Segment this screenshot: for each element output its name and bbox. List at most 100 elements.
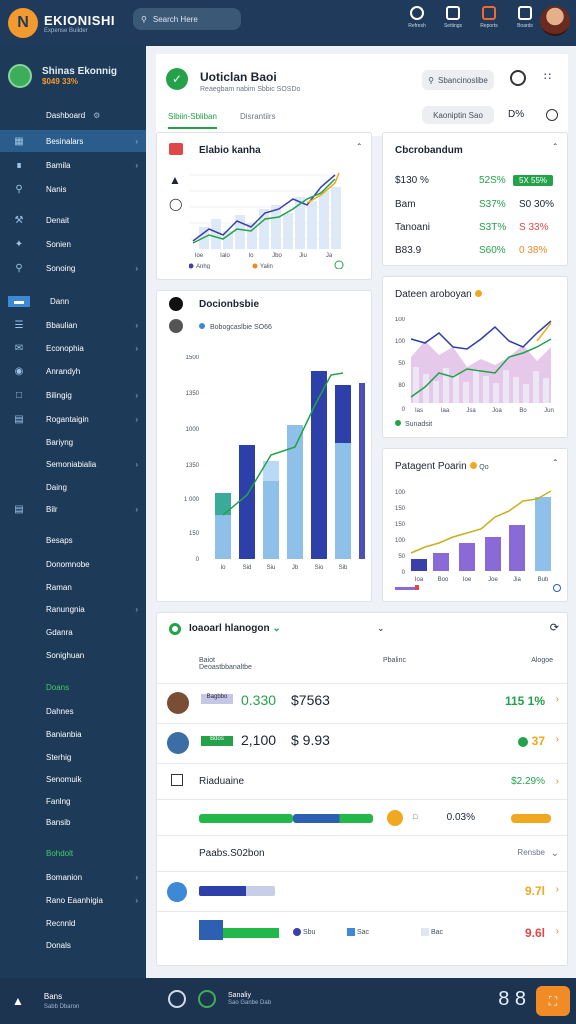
y-tick-label: 100 <box>395 339 406 345</box>
boards-button[interactable]: Boards <box>514 6 536 29</box>
sidebar-item[interactable]: Ranungnia › <box>0 598 146 620</box>
sidebar-item[interactable]: Besaps <box>0 529 146 551</box>
table-row[interactable]: Riaduaine $2.29% › <box>157 763 567 799</box>
legend-dot <box>199 323 205 329</box>
header-search-button[interactable]: ⚲ Sbancinoslibe <box>422 70 494 90</box>
sidebar-item[interactable]: Donomnobe <box>0 553 146 575</box>
expand-icon: ⛶ <box>548 993 558 1008</box>
settings-button[interactable]: Settings <box>442 6 464 29</box>
more-icon[interactable]: ∷ <box>544 70 551 83</box>
sidebar-item-label: Daing <box>46 482 67 492</box>
sidebar-item[interactable]: Banianbia <box>0 723 146 745</box>
search-input[interactable]: ⚲ Search Here <box>133 8 241 30</box>
sidebar-item[interactable]: ⚲ Nanis <box>0 178 146 200</box>
chart-bar <box>459 543 475 571</box>
sidebar-item[interactable]: Senomuik <box>0 768 146 790</box>
sidebar-item[interactable]: Doans <box>0 676 146 698</box>
sidebar-item[interactable]: Donals <box>0 934 146 956</box>
table-row[interactable]: Sbu Sac Bac 9.6l › <box>157 911 567 959</box>
sidebar-item[interactable]: ⚒ Denait <box>0 209 146 231</box>
sidebar-item[interactable]: ▤ Bilr › <box>0 498 146 520</box>
sidebar-item[interactable]: Bansib <box>0 811 146 833</box>
sidebar-item[interactable]: Recnnld <box>0 912 146 934</box>
sidebar-item[interactable]: Fanlng <box>0 790 146 812</box>
sidebar-item[interactable]: Dahnes <box>0 700 146 722</box>
user-avatar[interactable] <box>540 6 570 36</box>
sidebar-item[interactable]: Bariyng <box>0 431 146 453</box>
sidebar-item[interactable]: Bohdolt <box>0 842 146 864</box>
sidebar-item[interactable]: Daing <box>0 476 146 498</box>
y-tick-label: 50 <box>398 361 405 367</box>
app-title: EKIONISHI <box>44 12 115 28</box>
sidebar-item[interactable]: Sterhig <box>0 746 146 768</box>
sidebar-section[interactable]: Dashboard ⚙ <box>0 104 146 126</box>
sidebar-item[interactable]: Rano Eaanhigia › <box>0 889 146 911</box>
sidebar-item-label: Donals <box>46 940 71 950</box>
chevron-right-icon[interactable]: › <box>556 884 559 895</box>
chevron-right-icon[interactable]: › <box>556 926 559 937</box>
sidebar-item[interactable]: Bomanion › <box>0 866 146 888</box>
sidebar-item[interactable]: ⚲ Sonoing › <box>0 257 146 279</box>
star-icon: ✦ <box>14 238 24 250</box>
bottom-center[interactable]: Sanaliy Sao Ganbe Dab <box>168 990 271 1008</box>
notification-icon[interactable] <box>510 70 526 86</box>
sidebar-item[interactable]: ∎ Bamila › <box>0 154 146 176</box>
status-dot <box>474 290 482 297</box>
chevron-right-icon[interactable]: › <box>556 734 559 745</box>
grid-icon <box>518 6 532 20</box>
sidebar-item[interactable]: ▤ Rogantaigin › <box>0 408 146 430</box>
chart-bar <box>311 371 327 559</box>
sidebar: Shinas Ekonnig $049 33% Dashboard ⚙ ▦ Besi… <box>0 46 146 978</box>
sidebar-item[interactable]: ✦ Sonien <box>0 233 146 255</box>
clock-icon[interactable] <box>546 109 558 121</box>
col-header: Alogoe <box>531 657 553 664</box>
chart-bar <box>283 213 293 249</box>
chart-bar <box>509 525 525 571</box>
legend-dot <box>421 928 429 936</box>
table-row[interactable]: Paabs.S02bon Rensbe ⌄ <box>157 835 567 871</box>
table-row[interactable]: 9.7l › <box>157 871 567 911</box>
x-tick-label: Sio <box>315 565 324 571</box>
chevron-down-icon[interactable]: ⌄ <box>551 848 559 859</box>
bars-chart: 15001350100013501 0001500Io Sid Siu Jb Sio Si… <box>184 355 365 571</box>
refresh-icon <box>410 6 424 20</box>
chevron-right-icon: › <box>135 136 138 146</box>
sidebar-item[interactable]: Sonighuan <box>0 644 146 666</box>
chevron-up-icon[interactable]: ˆ <box>554 459 557 470</box>
chevron-down-icon[interactable]: ⌄ <box>377 623 385 634</box>
expand-button[interactable]: ⛶ <box>536 986 570 1016</box>
bottom-left[interactable]: ▲ Bans Sabb Dbaron <box>12 992 79 1010</box>
refresh-icon[interactable]: ⟳ <box>550 621 559 634</box>
filter-button[interactable]: Kaoniptin Sao <box>422 106 494 124</box>
sidebar-item[interactable]: Raman <box>0 576 146 598</box>
table-row[interactable]: Bagbbo 0.330 $7563 115 1% › <box>157 683 567 723</box>
sidebar-item[interactable]: ▬ Dann <box>0 290 146 312</box>
tab-overview[interactable]: Sibiin-Sbliban <box>168 112 217 129</box>
row-name: Riaduaine <box>199 776 245 787</box>
x-tick-label: Jiu <box>299 253 307 259</box>
chevron-right-icon[interactable]: › <box>556 694 559 705</box>
reports-button[interactable]: Reports <box>478 6 500 29</box>
chevron-up-icon[interactable]: ˆ <box>358 143 361 154</box>
chevron-right-icon[interactable]: › <box>556 776 559 787</box>
stat-pct: S60% <box>479 245 506 256</box>
refresh-button[interactable]: Refresh <box>406 6 428 29</box>
x-tick-label: Jb <box>292 565 299 571</box>
sidebar-item[interactable]: Semoniabialia › <box>0 453 146 475</box>
chevron-up-icon[interactable]: ˆ <box>554 143 557 154</box>
sidebar-user[interactable]: Shinas Ekonnig $049 33% <box>0 46 146 100</box>
stat-pct: 52S% <box>479 175 506 186</box>
table-row[interactable]: □ 0.03% <box>157 799 567 835</box>
table-row[interactable]: Bdos 2,100 $ 9.93 37 › <box>157 723 567 763</box>
percent-toggle[interactable]: D% <box>508 109 524 120</box>
sidebar-item[interactable]: Gdanra <box>0 621 146 643</box>
avatar <box>8 64 32 88</box>
sidebar-item[interactable]: ▦ Besinalars › <box>0 130 146 152</box>
play-icon[interactable] <box>168 990 186 1008</box>
x-tick-label: Ialo <box>220 253 230 259</box>
sidebar-item[interactable]: ◉ Anrandyh <box>0 360 146 382</box>
tab-details[interactable]: Disrantiirs <box>240 112 276 121</box>
sidebar-item[interactable]: ✉ Econophia › <box>0 337 146 359</box>
sidebar-item[interactable]: □ Bilingig › <box>0 384 146 406</box>
sidebar-item[interactable]: ☰ Bbaulian › <box>0 314 146 336</box>
